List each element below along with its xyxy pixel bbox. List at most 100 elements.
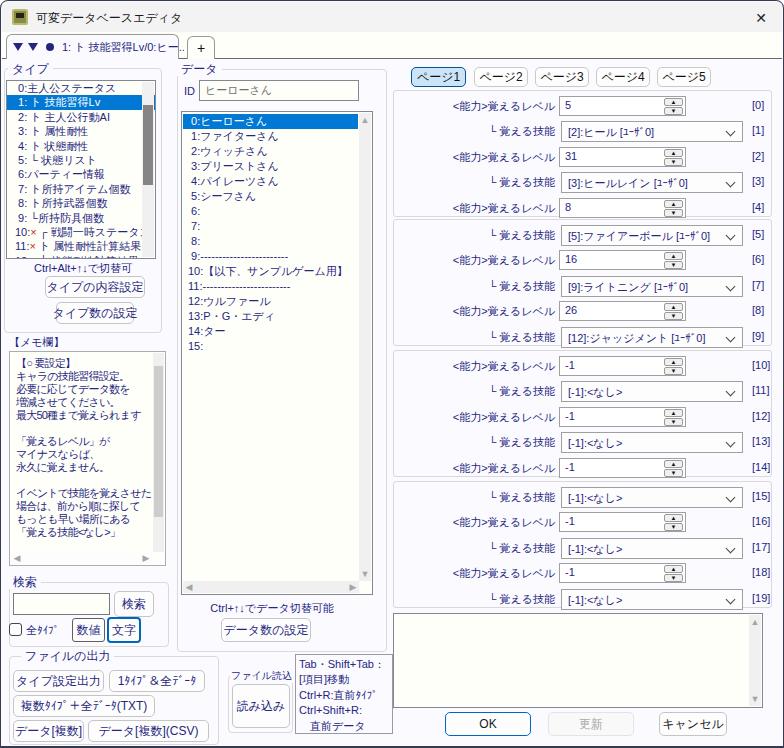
spin-up-icon[interactable]: ▲ [664,98,683,106]
data-list-scrollbar-h[interactable]: ◀ ▶ [183,581,359,593]
memo-scroll-left-icon[interactable]: ◀ [11,553,23,563]
spin-down-icon[interactable]: ▼ [664,209,683,217]
spin-down-icon[interactable]: ▼ [664,158,683,166]
data-list-item[interactable]: 15: [183,339,358,354]
data-list-item[interactable]: 7: [183,219,358,234]
skill-dropdown[interactable]: [-1]:<なし> [561,381,743,402]
search-input[interactable] [13,593,110,615]
data-list-item[interactable]: 10:【以下、サンプルゲーム用】 [183,264,358,279]
level-spinner[interactable]: -1▲▼ [559,407,686,427]
value-textarea[interactable]: ▲ ▼ [393,613,763,708]
data-count-settings-button[interactable]: データ数の設定 [221,618,311,642]
spin-up-icon[interactable]: ▲ [664,303,683,311]
data-list-item[interactable]: 12:ウルファール [183,294,358,309]
level-spinner[interactable]: -1▲▼ [559,563,686,583]
level-spinner[interactable]: -1▲▼ [559,512,686,532]
spin-down-icon[interactable]: ▼ [664,312,683,320]
data-list-item[interactable]: 11:------------------------ [183,279,358,294]
level-spinner[interactable]: 26▲▼ [559,301,686,321]
type-list-item[interactable]: 8: ト所持武器個数 [7,196,155,210]
type-list-item[interactable]: 12:× └ 状態耐性計算結果 [7,254,155,259]
type-list-item[interactable]: 6:パーティー情報 [7,167,155,181]
type-list-scroll-thumb[interactable] [143,105,153,185]
type-list-item[interactable]: 7: ト所持アイテム個数 [7,182,155,196]
update-button[interactable]: 更新 [548,712,634,736]
level-spinner[interactable]: 8▲▼ [559,198,686,218]
memo-scrollbar-v[interactable] [153,353,164,552]
data-list-item[interactable]: 14:ター [183,324,358,339]
data-multi-csv-button[interactable]: データ[複数](CSV) [88,720,209,742]
search-numeric-button[interactable]: 数値 [72,618,105,642]
data-list-item[interactable]: 1:ファイターさん [183,129,358,144]
memo-scrollbar-h[interactable]: ◀ ▶ [11,552,152,564]
data-list-item[interactable]: 9:------------------------ [183,249,358,264]
data-list-item[interactable]: 6: [183,204,358,219]
load-button[interactable]: 読み込み [232,684,290,728]
close-button[interactable]: ✕ [746,6,776,30]
spin-up-icon[interactable]: ▲ [664,358,683,366]
type-list-item[interactable]: 4: ト 状態耐性 [7,139,155,153]
page-button-3[interactable]: ページ3 [535,67,589,87]
data-list-item[interactable]: 5:シーフさん [183,189,358,204]
skill-dropdown[interactable]: [-1]:<なし> [561,487,743,508]
type-content-settings-button[interactable]: タイプの内容設定 [45,276,145,298]
cancel-button[interactable]: キャンセル [659,712,727,736]
page-button-5[interactable]: ページ5 [657,67,711,87]
memo-box[interactable]: 【○ 要設定】キャラの技能習得設定。必要に応じてデータ数を増減させてください。最… [9,351,166,566]
type-count-settings-button[interactable]: タイプ数の設定 [56,302,134,324]
data-scroll-left-icon[interactable]: ◀ [183,582,195,592]
textarea-scroll-up-icon[interactable]: ▲ [749,617,761,627]
data-list-item[interactable]: 2:ウィッチさん [183,144,358,159]
data-list[interactable]: 0:ヒーローさん 1:ファイターさん 2:ウィッチさん 3:プリーストさん 4:… [181,111,373,595]
type-list-scrollbar[interactable] [142,82,154,257]
add-tab-button[interactable]: + [187,36,215,59]
spin-down-icon[interactable]: ▼ [664,107,683,115]
type-settings-output-button[interactable]: タイプ設定出力 [13,670,104,692]
level-spinner[interactable]: -1▲▼ [559,458,686,478]
spin-up-icon[interactable]: ▲ [664,460,683,468]
textarea-scroll-down-icon[interactable]: ▼ [749,694,761,704]
data-scroll-right-icon[interactable]: ▶ [347,582,359,592]
tab-active[interactable]: 1: ト 技能習得Lv/0:ヒー.. [6,34,179,59]
spin-down-icon[interactable]: ▼ [664,261,683,269]
type-list-item[interactable]: 2: ト 主人公行動AI [7,110,155,124]
page-button-2[interactable]: ページ2 [474,67,528,87]
spin-down-icon[interactable]: ▼ [664,574,683,582]
data-list-item[interactable]: 0:ヒーローさん [183,114,358,129]
level-spinner[interactable]: 5▲▼ [559,96,686,116]
id-input[interactable]: ヒーローさん [199,80,359,101]
data-multi-button[interactable]: データ[複数] [13,720,84,742]
collapse-arrow-icon-1[interactable] [13,43,23,51]
data-list-item[interactable]: 4:パイレーツさん [183,174,358,189]
memo-scroll-thumb[interactable] [154,366,163,517]
level-spinner[interactable]: -1▲▼ [559,356,686,376]
ok-button[interactable]: OK [445,712,531,736]
collapse-arrow-icon-2[interactable] [28,43,38,51]
one-type-all-data-button[interactable]: 1ﾀｲﾌﾟ＆全ﾃﾞｰﾀ [109,670,205,692]
spin-up-icon[interactable]: ▲ [664,149,683,157]
skill-dropdown[interactable]: [3]:ヒールレイン [ﾕｰｻﾞ0] [561,172,743,193]
spin-up-icon[interactable]: ▲ [664,200,683,208]
data-list-scrollbar-v[interactable]: ▲ ▼ [359,113,371,581]
skill-dropdown[interactable]: [5]:ファイアーボール [ﾕｰｻﾞ0] [561,225,743,246]
search-text-button[interactable]: 文字 [107,617,141,643]
type-list[interactable]: 0:主人公ステータス 1: ト 技能習得Lv 2: ト 主人公行動AI 3: ト… [6,80,156,259]
type-list-item[interactable]: 3: ト 属性耐性 [7,124,155,138]
spin-up-icon[interactable]: ▲ [664,514,683,522]
spin-up-icon[interactable]: ▲ [664,252,683,260]
page-button-4[interactable]: ページ4 [596,67,650,87]
data-scroll-up-icon[interactable]: ▲ [359,115,371,125]
spin-up-icon[interactable]: ▲ [664,409,683,417]
spin-down-icon[interactable]: ▼ [664,523,683,531]
page-button-1[interactable]: ページ1 [411,67,466,87]
skill-dropdown[interactable]: [12]:ジャッジメント [ﾕｰｻﾞ0] [561,327,743,348]
skill-dropdown[interactable]: [2]:ヒール [ﾕｰｻﾞ0] [561,121,743,142]
spin-down-icon[interactable]: ▼ [664,469,683,477]
skill-dropdown[interactable]: [-1]:<なし> [561,432,743,453]
all-types-checkbox[interactable] [9,623,22,636]
skill-dropdown[interactable]: [-1]:<なし> [561,538,743,559]
data-list-item[interactable]: 13:P・G・エディ [183,309,358,324]
memo-scroll-right-icon[interactable]: ▶ [140,553,152,563]
skill-dropdown[interactable]: [-1]:<なし> [561,589,743,610]
data-scroll-down-icon[interactable]: ▼ [359,569,371,579]
